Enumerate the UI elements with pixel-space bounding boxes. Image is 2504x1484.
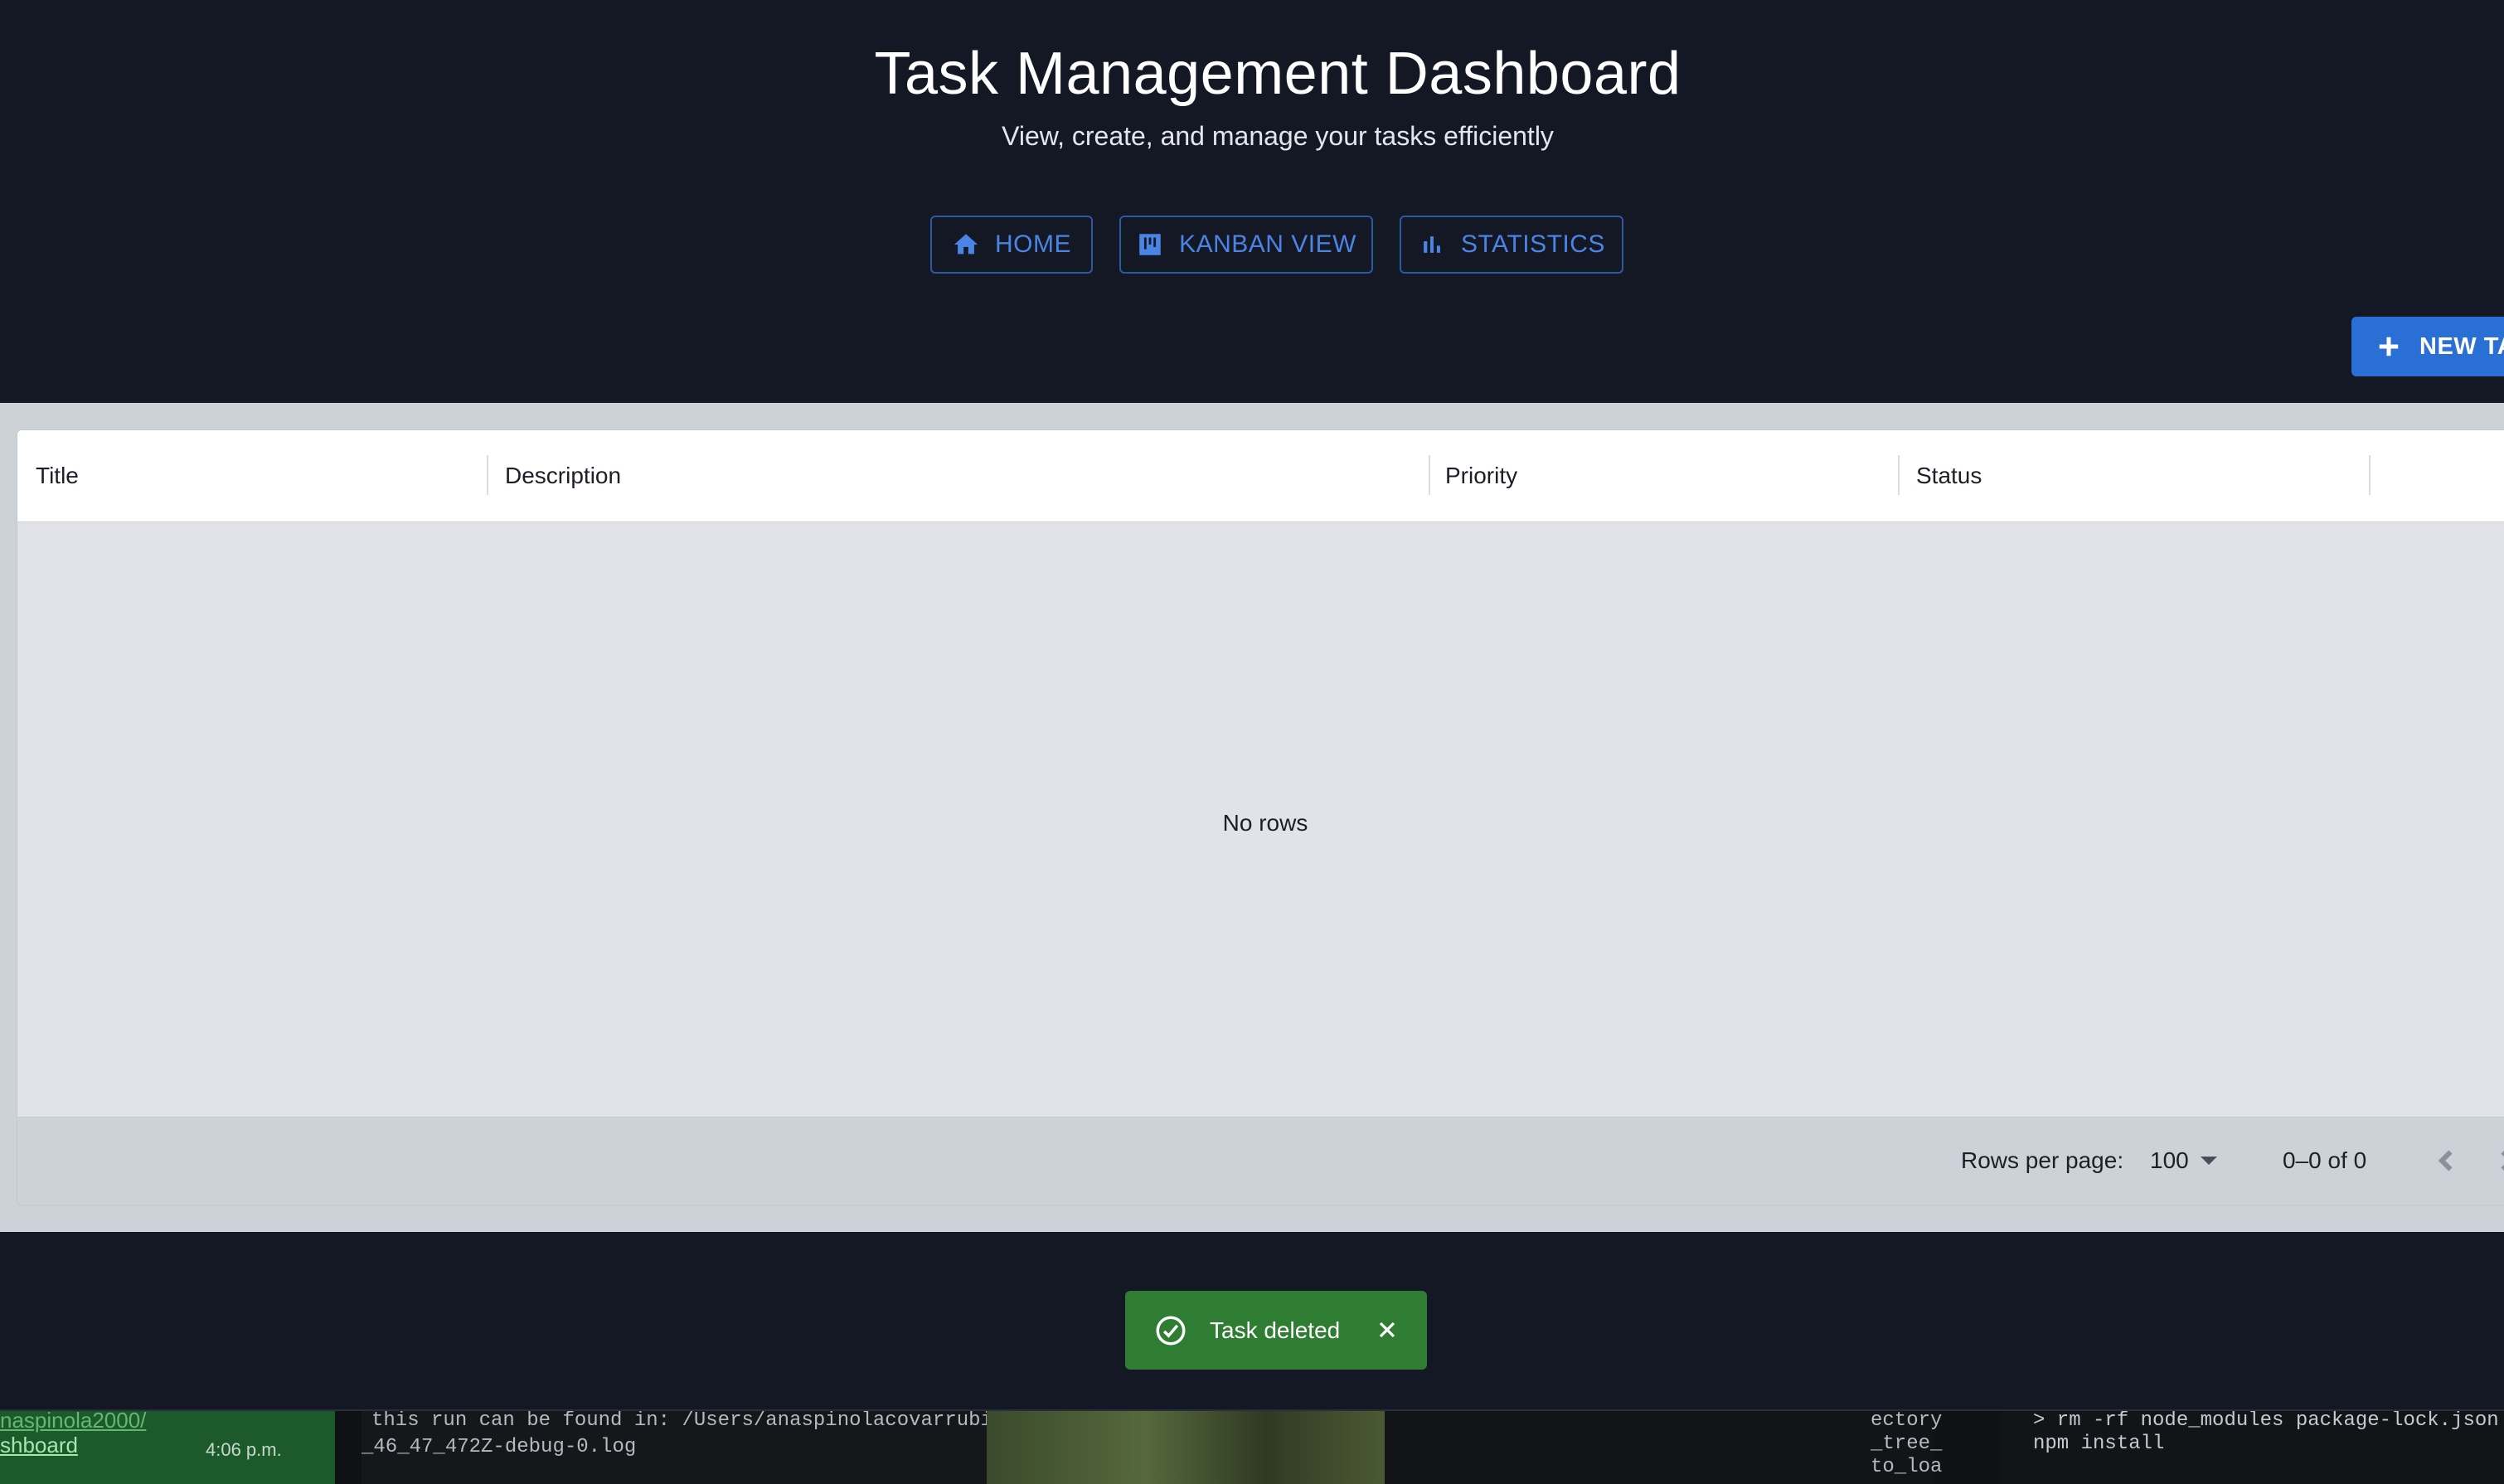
chat-timestamp: 4:06 p.m. bbox=[206, 1439, 282, 1460]
home-icon bbox=[954, 234, 978, 255]
column-separator[interactable] bbox=[1429, 455, 1430, 495]
bar-chart-icon bbox=[1424, 236, 1440, 253]
terminal-window-preview-3[interactable]: > rm -rf node_modules package-lock.json … bbox=[2000, 1411, 2504, 1484]
terminal-line: _46_47_472Z-debug-0.log bbox=[362, 1436, 637, 1458]
rows-per-page-label: Rows per page: bbox=[1961, 1147, 2124, 1173]
chat-window-preview[interactable]: naspinola2000/ shboard 4:06 p.m. bbox=[0, 1411, 335, 1484]
column-header-title[interactable]: Title bbox=[36, 430, 483, 521]
chevron-left-icon bbox=[2438, 1150, 2453, 1171]
terminal-window-preview[interactable]: this run can be found in: /Users/anaspin… bbox=[362, 1411, 992, 1484]
column-header-status[interactable]: Status bbox=[1916, 430, 2364, 521]
tasks-data-grid: Title Description Priority Status No row… bbox=[17, 429, 2504, 1205]
window-preview[interactable] bbox=[1385, 1411, 1867, 1484]
next-page-button[interactable] bbox=[2492, 1146, 2504, 1176]
rows-per-page-value: 100 bbox=[2150, 1147, 2189, 1173]
main-content: Title Description Priority Status No row… bbox=[0, 403, 2504, 1232]
new-task-button[interactable]: NEW TA bbox=[2351, 317, 2504, 376]
grid-header: Title Description Priority Status bbox=[17, 430, 2504, 522]
kanban-view-button-label: KANBAN VIEW bbox=[1179, 230, 1356, 258]
kanban-view-button[interactable]: KANBAN VIEW bbox=[1119, 216, 1373, 274]
chevron-down-icon bbox=[2200, 1157, 2217, 1165]
terminal-line: this run can be found in: /Users/anaspin… bbox=[371, 1409, 992, 1432]
column-header-priority[interactable]: Priority bbox=[1445, 430, 1893, 521]
close-icon[interactable] bbox=[1374, 1317, 1400, 1343]
chat-link-text[interactable]: naspinola2000/ bbox=[0, 1411, 146, 1433]
plus-icon bbox=[2379, 337, 2399, 356]
empty-state-text: No rows bbox=[1222, 810, 1308, 836]
photo-window-preview[interactable] bbox=[987, 1411, 1385, 1484]
home-button-label: HOME bbox=[995, 230, 1071, 258]
column-header-description[interactable]: Description bbox=[505, 430, 1417, 521]
app-header: Task Management Dashboard View, create, … bbox=[0, 0, 2504, 403]
page-title: Task Management Dashboard bbox=[874, 41, 1681, 107]
statistics-button-label: STATISTICS bbox=[1461, 230, 1605, 258]
pagination-range: 0–0 of 0 bbox=[2283, 1147, 2367, 1173]
home-button[interactable]: HOME bbox=[930, 216, 1093, 274]
terminal-window-preview-2[interactable]: ectory _tree_ to_loa bbox=[1867, 1411, 1942, 1484]
check-circle-icon bbox=[1156, 1316, 1186, 1345]
terminal-line: to_loa bbox=[1871, 1456, 1943, 1478]
toast-message: Task deleted bbox=[1210, 1317, 1341, 1343]
rows-per-page-select[interactable]: 100 bbox=[2150, 1147, 2217, 1174]
chevron-right-icon bbox=[2501, 1151, 2504, 1171]
statistics-button[interactable]: STATISTICS bbox=[1400, 216, 1623, 274]
column-separator[interactable] bbox=[487, 455, 488, 495]
column-separator[interactable] bbox=[2369, 455, 2371, 495]
terminal-line: _tree_ bbox=[1871, 1433, 1943, 1455]
new-task-button-label: NEW TA bbox=[2419, 332, 2504, 360]
toast-notification: Task deleted bbox=[1125, 1291, 1427, 1370]
terminal-line: ectory bbox=[1871, 1409, 1943, 1432]
page-subtitle: View, create, and manage your tasks effi… bbox=[1002, 121, 1554, 151]
terminal-line: npm install bbox=[2033, 1433, 2165, 1455]
kanban-icon bbox=[1139, 234, 1161, 255]
chat-link-text-2[interactable]: shboard bbox=[0, 1433, 78, 1458]
background-windows-strip: naspinola2000/ shboard 4:06 p.m. this ru… bbox=[0, 1409, 2504, 1484]
column-separator[interactable] bbox=[1898, 455, 1900, 495]
terminal-line: > rm -rf node_modules package-lock.json bbox=[2033, 1409, 2499, 1432]
nav-bar: HOME KANBAN VIEW STATISTICS bbox=[0, 216, 2504, 275]
grid-footer: Rows per page: 100 0–0 of 0 bbox=[17, 1117, 2504, 1205]
previous-page-button[interactable] bbox=[2432, 1146, 2462, 1176]
